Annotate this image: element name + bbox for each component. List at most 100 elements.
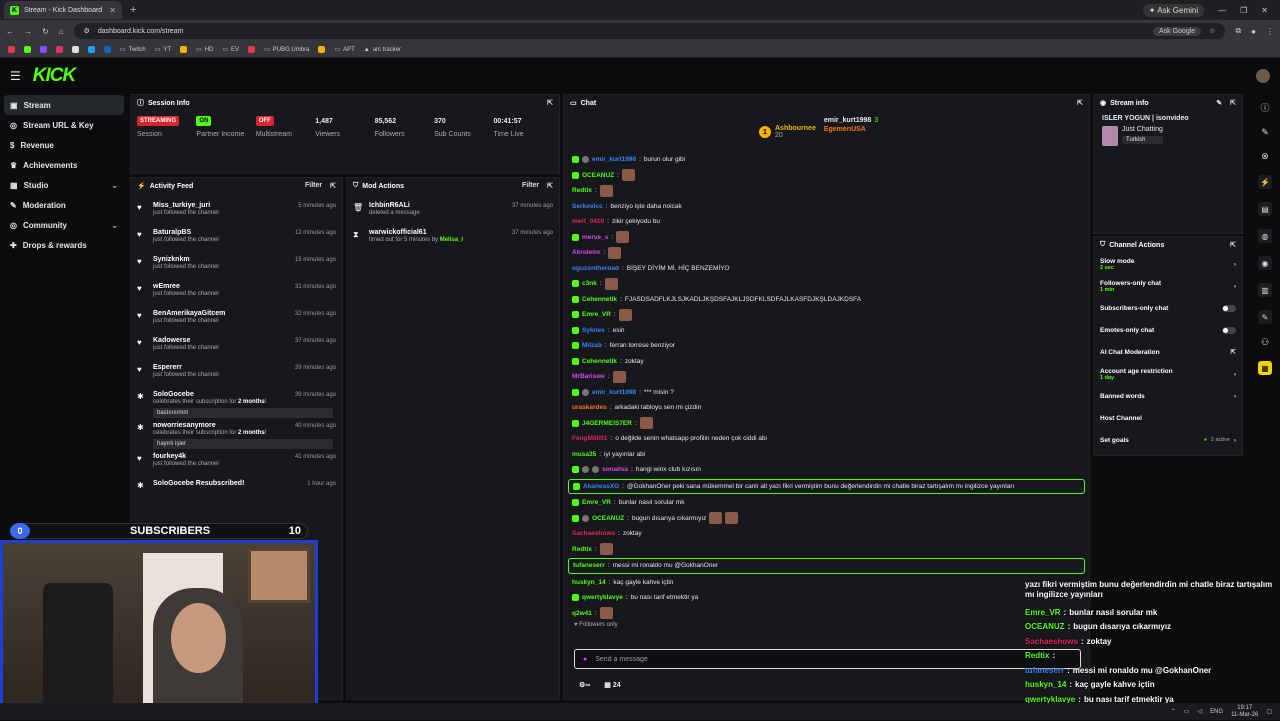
channel-action-item[interactable]: AI Chat Moderation⇱ xyxy=(1094,341,1242,363)
leaderboard-name[interactable]: EgemenUSA xyxy=(824,126,878,133)
chat-message[interactable]: Redtix: xyxy=(564,183,1089,199)
sidebar-item-stream-url-key[interactable]: ◎Stream URL & Key xyxy=(0,115,128,135)
chat-message[interactable]: Syknes:esin xyxy=(564,323,1089,339)
chat-username[interactable]: musa35 xyxy=(572,451,596,458)
chat-message[interactable]: J4GERMEIS7ER: xyxy=(564,416,1089,432)
chat-message[interactable]: OCEANUZ: xyxy=(564,168,1089,184)
chat-message[interactable]: Emre_VR: xyxy=(564,307,1089,323)
bookmark-icon[interactable] xyxy=(24,46,31,53)
moderator-name[interactable]: Melisa_l xyxy=(440,237,463,243)
bookmark-icon[interactable] xyxy=(56,46,63,53)
chat-message[interactable]: musa35:iyi yayınlar abi xyxy=(564,447,1089,463)
chat-message[interactable]: FengMilli01:o değilde senin whatsapp pro… xyxy=(564,431,1089,447)
pencil-icon[interactable]: ✎ xyxy=(1261,127,1269,138)
bookmark-apt[interactable]: ▭APT xyxy=(334,46,354,53)
chat-username[interactable]: Sachaeshows xyxy=(572,530,615,537)
chat-username[interactable]: oguzontheroad xyxy=(572,265,619,272)
clock[interactable]: 19:1711-Mar-26 xyxy=(1231,705,1258,719)
chat-username[interactable]: Syknes xyxy=(582,327,605,334)
chat-username[interactable]: q2w41 xyxy=(572,610,592,617)
chat-username[interactable]: emir_kurt1998 xyxy=(592,389,636,396)
hamburger-menu-icon[interactable]: ☰ xyxy=(10,69,21,83)
sidebar-item-community[interactable]: ◎Community⌄ xyxy=(0,215,128,235)
channel-action-item[interactable]: Emotes-only chat xyxy=(1094,319,1242,341)
chevron-right-icon[interactable]: › xyxy=(1234,437,1236,444)
sidebar-item-revenue[interactable]: $Revenue xyxy=(0,135,128,155)
home-icon[interactable]: ⌂ xyxy=(59,27,64,36)
chat-message[interactable]: Sachaeshows:zoktay xyxy=(564,526,1089,542)
bookmark-icon[interactable] xyxy=(40,46,47,53)
leaderboard-name[interactable]: Ashbournee xyxy=(775,125,816,132)
channel-action-item[interactable]: Account age restriction1 day› xyxy=(1094,363,1242,385)
chat-message[interactable]: Cehennetik:zoktay xyxy=(564,354,1089,370)
activity-user[interactable]: fourkey4k xyxy=(153,453,219,460)
forward-icon[interactable]: → xyxy=(24,27,32,36)
mod-action-user[interactable]: warwickofficial61 xyxy=(369,229,463,236)
channel-action-item[interactable]: Set goals●2 active› xyxy=(1094,429,1242,451)
new-tab-button[interactable]: + xyxy=(130,4,136,16)
bookmark-pubg[interactable]: ▭PUBG Umbra xyxy=(264,46,309,53)
chat-message[interactable]: Akroleinr: xyxy=(564,245,1089,261)
back-icon[interactable]: ← xyxy=(6,27,14,36)
activity-item[interactable]: ♥fourkey4kjust followed the channel41 mi… xyxy=(131,451,342,478)
chevron-right-icon[interactable]: › xyxy=(1234,371,1236,378)
chat-input[interactable]: ● Send a message xyxy=(574,649,1081,669)
edit-icon[interactable]: ✎ xyxy=(1216,99,1222,107)
popout-icon[interactable]: ⇱ xyxy=(1077,99,1083,107)
chat-username[interactable]: Cehennetik xyxy=(582,296,617,303)
chat-message[interactable]: emir_kurt1998:burun olur gibi xyxy=(564,152,1089,168)
popout-icon[interactable]: ⇱ xyxy=(1230,99,1236,107)
filter-button[interactable]: Filter xyxy=(522,182,539,190)
channel-action-item[interactable]: Banned words› xyxy=(1094,385,1242,407)
chat-message[interactable]: Serkovicc:benziyo işte daha noicak xyxy=(564,199,1089,215)
chat-username[interactable]: Milzab xyxy=(582,342,602,349)
chat-message[interactable]: mert_0410:zikir çekiyodu bu xyxy=(564,214,1089,230)
chat-username[interactable]: Redtix xyxy=(572,546,592,553)
bolt-icon[interactable]: ⚡ xyxy=(1258,175,1272,189)
language-tag[interactable]: Turkish xyxy=(1122,136,1163,144)
bookmark-icon[interactable] xyxy=(88,46,95,53)
url-input[interactable]: ⚙ dashboard.kick.com/stream Ask Google ☆ xyxy=(74,23,1226,39)
chat-username[interactable]: uraskardes xyxy=(572,404,607,411)
layers-icon[interactable]: ▥ xyxy=(1258,283,1272,297)
popout-icon[interactable]: ⇱ xyxy=(1230,241,1236,249)
bookmark-icon[interactable] xyxy=(318,46,325,53)
minimize-icon[interactable]: — xyxy=(1218,6,1226,15)
activity-item[interactable]: ♥Kadowersejust followed the channel37 mi… xyxy=(131,335,342,362)
chat-message[interactable]: merve_s: xyxy=(564,230,1089,246)
chat-username[interactable]: J4GERMEIS7ER xyxy=(582,420,632,427)
calendar-icon[interactable]: ▦ 24 xyxy=(604,681,620,689)
user-avatar[interactable] xyxy=(1256,69,1270,83)
chat-username[interactable]: Redtix xyxy=(572,187,592,194)
language-indicator[interactable]: ENG xyxy=(1210,709,1223,715)
activity-user[interactable]: Kadowerse xyxy=(153,337,219,344)
bookmark-yt[interactable]: ▭YT xyxy=(155,46,171,53)
chat-message[interactable]: uraskardes:arkadaki tabloyu sen mi çizdi… xyxy=(564,400,1089,416)
activity-user[interactable]: BenAmerikayaGitcem xyxy=(153,310,225,317)
chat-message[interactable]: qwertyklavye:bu nası tarif etmektir ya xyxy=(564,590,1089,606)
chat-username[interactable]: c3nk xyxy=(582,280,597,287)
chat-username[interactable]: emir_kurt1998 xyxy=(592,156,636,163)
chat-username[interactable]: huskyn_14 xyxy=(572,579,606,586)
chat-message[interactable]: Cehennetik:FJASDSADFLKJLSJKADLJKŞDSFAJKL… xyxy=(564,292,1089,308)
tray-up-icon[interactable]: ⌃ xyxy=(1171,708,1176,715)
leaderboard-name[interactable]: emir_kurt1998 xyxy=(824,117,871,124)
category-name[interactable]: Just Chatting xyxy=(1122,126,1163,133)
mod-action-item[interactable]: 🗑IchbinR6ALideleted a message37 minutes … xyxy=(347,200,559,227)
site-info-icon[interactable]: ⚙ xyxy=(84,27,90,35)
browser-tab[interactable]: K Stream - Kick Dashboard ✕ xyxy=(4,1,122,19)
chat-message[interactable]: Milzab:ferran torrese benziyor xyxy=(564,338,1089,354)
bookmark-arc-tracker[interactable]: ▲arc tracker xyxy=(364,47,401,53)
chat-message[interactable]: c3nk: xyxy=(564,276,1089,292)
sidebar-item-drops-rewards[interactable]: ✚Drops & rewards xyxy=(0,235,128,255)
chat-username[interactable]: mert_0410 xyxy=(572,218,604,225)
activity-user[interactable]: SoloGocebe Resubscribed! xyxy=(153,480,244,487)
bookmark-icon[interactable] xyxy=(8,46,15,53)
chevron-right-icon[interactable]: › xyxy=(1234,261,1236,268)
settings-icon[interactable]: ⚙∞ xyxy=(579,681,590,689)
toggle-switch[interactable] xyxy=(1222,327,1236,334)
chat-message[interactable]: huskyn_14:kaç gayle kahve içtin xyxy=(564,575,1089,591)
bookmark-icon[interactable] xyxy=(104,46,111,53)
kick-logo[interactable]: KICK xyxy=(33,65,75,87)
emote-icon[interactable]: ● xyxy=(583,656,587,663)
